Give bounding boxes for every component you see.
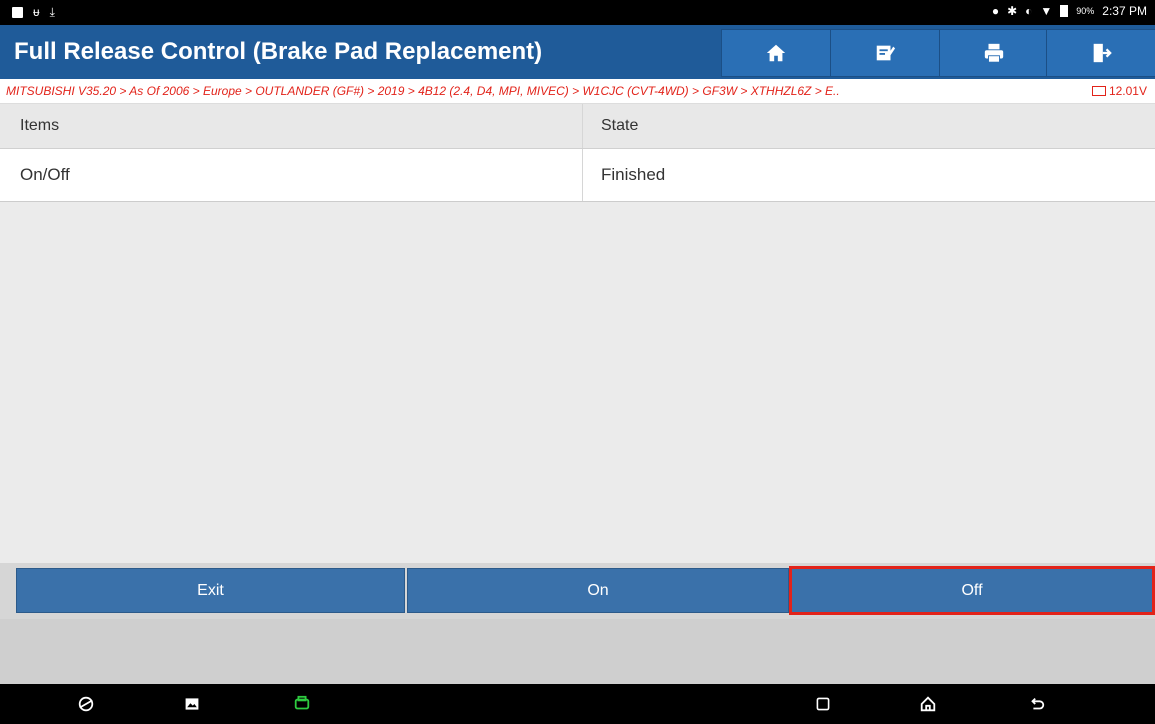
- voltage-value: 12.01V: [1108, 84, 1147, 98]
- battery-text: 90%: [1076, 6, 1095, 16]
- print-icon: [984, 43, 1004, 63]
- home-button[interactable]: [721, 29, 831, 77]
- home-icon: [766, 44, 786, 62]
- off-button[interactable]: Off: [789, 566, 1155, 615]
- edit-icon: [876, 45, 896, 61]
- battery-icon: [1060, 5, 1069, 17]
- content-area: [0, 205, 1155, 563]
- image-icon: [12, 6, 23, 18]
- sync-icon: ◐: [1025, 4, 1033, 18]
- voltage-indicator: 12.01V: [1091, 84, 1147, 98]
- status-time: 2:37 PM: [1102, 4, 1147, 18]
- status-left-icons: ᵾ ⤓: [12, 5, 55, 19]
- bottom-panel: [0, 619, 1155, 684]
- exit-app-button[interactable]: [1046, 29, 1155, 77]
- home-nav-icon[interactable]: [918, 694, 938, 714]
- data-table: Items State On/Off Finished: [0, 104, 1155, 202]
- gallery-icon[interactable]: [182, 694, 202, 714]
- car-battery-icon: [1091, 86, 1106, 96]
- download-icon: ⤓: [49, 5, 55, 19]
- action-bar: Exit On Off: [0, 563, 1155, 619]
- back-icon[interactable]: [1027, 694, 1047, 714]
- usb-icon: ᵾ: [33, 5, 40, 19]
- row-state-cell: Finished: [601, 165, 666, 184]
- breadcrumb: MITSUBISHI V35.20 > As Of 2006 > Europe …: [0, 79, 1155, 104]
- location-icon: ●: [991, 4, 1000, 18]
- title-bar: Full Release Control (Brake Pad Replacem…: [0, 25, 1155, 79]
- breadcrumb-path: MITSUBISHI V35.20 > As Of 2006 > Europe …: [6, 84, 840, 98]
- bluetooth-icon: ✱: [1007, 4, 1018, 18]
- column-header-state: State: [601, 117, 639, 134]
- on-button[interactable]: On: [407, 568, 789, 613]
- android-nav-bar: [0, 684, 1155, 724]
- print-button[interactable]: [939, 29, 1049, 77]
- table-header-row: Items State: [0, 104, 1155, 149]
- column-header-items: Items: [0, 104, 583, 148]
- wifi-icon: ▼: [1040, 4, 1053, 18]
- row-item-cell: On/Off: [0, 149, 583, 201]
- table-row[interactable]: On/Off Finished: [0, 149, 1155, 202]
- exit-icon: [1093, 43, 1112, 63]
- recents-icon[interactable]: [813, 694, 833, 714]
- status-bar: ᵾ ⤓ ● ✱ ◐ ▼ 90% 2:37 PM: [0, 0, 1155, 25]
- diagnostic-app-icon[interactable]: [292, 694, 312, 714]
- status-right-icons: ● ✱ ◐ ▼ 90% 2:37 PM: [992, 4, 1147, 18]
- exit-button[interactable]: Exit: [16, 568, 405, 613]
- browser-icon[interactable]: [76, 694, 96, 714]
- page-title: Full Release Control (Brake Pad Replacem…: [14, 38, 543, 65]
- edit-button[interactable]: [830, 29, 940, 77]
